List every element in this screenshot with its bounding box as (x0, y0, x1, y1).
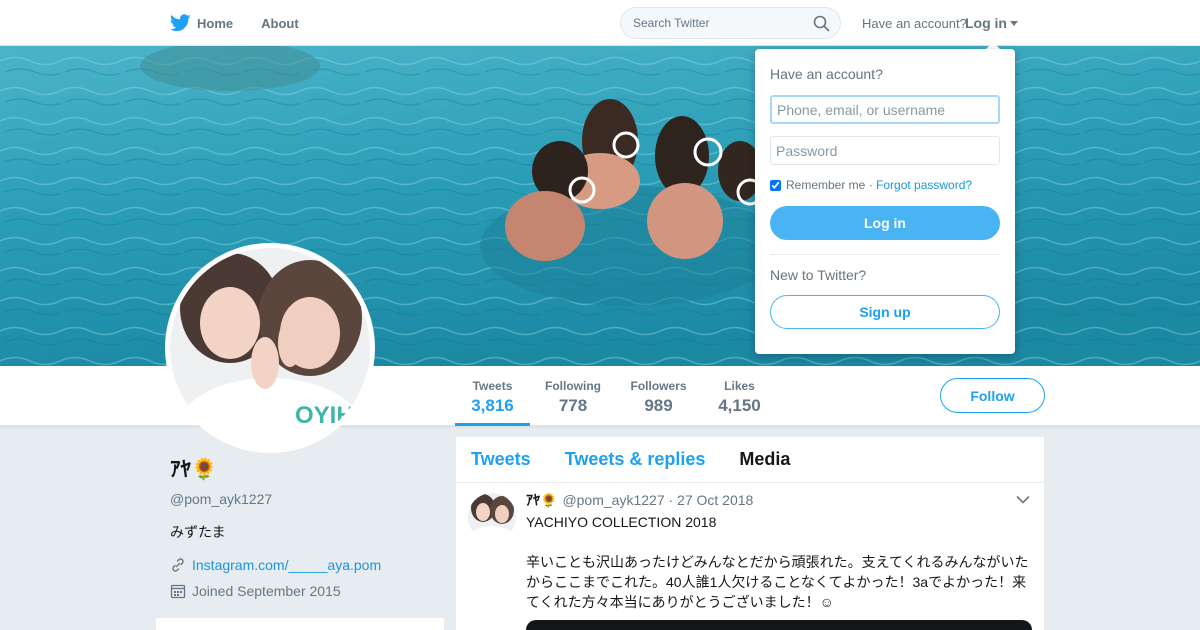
tweet-meta[interactable]: @pom_ayk1227 · 27 Oct 2018 (562, 492, 753, 508)
stat-following-label: Following (545, 379, 601, 393)
stat-followers-value: 989 (644, 396, 673, 415)
calendar-icon (170, 584, 186, 599)
remember-me-label[interactable]: Remember me (786, 178, 865, 192)
stat-followers-label: Followers (630, 379, 687, 393)
tweet[interactable]: ｱﾔ🌻 @pom_ayk1227 · 27 Oct 2018 YACHIYO C… (456, 483, 1044, 612)
tweet-header: ｱﾔ🌻 @pom_ayk1227 · 27 Oct 2018 (526, 491, 1032, 509)
search-input[interactable] (633, 14, 813, 32)
caret-down-icon (1010, 20, 1018, 26)
tab-tweets[interactable]: Tweets (471, 449, 531, 470)
stat-likes[interactable]: Likes 4,150 (712, 366, 767, 426)
stat-likes-label: Likes (724, 379, 755, 393)
stat-following-value: 778 (558, 396, 588, 415)
timeline: Tweets Tweets & replies Media ｱﾔ🌻 @pom_a… (456, 437, 1044, 630)
profile-avatar[interactable]: OYIH (165, 243, 375, 453)
tab-media[interactable]: Media (739, 449, 790, 470)
login-dropdown-title: Have an account? (770, 66, 883, 82)
stat-followers[interactable]: Followers 989 (626, 366, 691, 426)
new-to-twitter-text: New to Twitter? (770, 267, 867, 283)
stat-tweets-value: 3,816 (471, 396, 514, 415)
nav-about-label: About (261, 15, 299, 31)
nav-home[interactable]: Home (170, 14, 233, 32)
nav-home-label: Home (197, 15, 234, 31)
timeline-tabs: Tweets Tweets & replies Media (456, 437, 1044, 483)
stat-tweets-label: Tweets (472, 379, 513, 393)
sidebar-module (156, 618, 444, 630)
profile-joined-row: Joined September 2015 (170, 583, 450, 599)
link-icon (172, 558, 184, 572)
tab-tweets-and-replies[interactable]: Tweets & replies (565, 449, 706, 470)
remember-separator: · (865, 178, 877, 192)
stat-following[interactable]: Following 778 (540, 366, 606, 426)
have-account-text: Have an account? (862, 16, 967, 31)
follow-button[interactable]: Follow (940, 378, 1045, 413)
login-button[interactable]: Log in (770, 206, 1000, 240)
login-dropdown: Have an account? Remember me · Forgot pa… (755, 49, 1015, 354)
tweet-text: YACHIYO COLLECTION 2018 辛いことも沢山あったけどみんなと… (526, 514, 1029, 610)
tweet-avatar[interactable] (468, 493, 516, 541)
forgot-password-link[interactable]: Forgot password? (876, 178, 972, 192)
tweet-media[interactable] (526, 620, 1032, 630)
profile-link-row: Instagram.com/_____aya.pom (170, 557, 450, 573)
dropdown-divider (770, 254, 1000, 255)
top-navigation-bar: Home About Have an account? Log in (0, 0, 1200, 46)
password-field[interactable] (770, 136, 1000, 165)
profile-handle[interactable]: @pom_ayk1227 (170, 491, 450, 507)
login-link-label: Log in (965, 15, 1007, 31)
profile-joined-date: Joined September 2015 (192, 583, 341, 599)
search-icon[interactable] (813, 15, 830, 32)
username-field[interactable] (770, 95, 1000, 124)
signup-button[interactable]: Sign up (770, 295, 1000, 329)
login-dropdown-toggle[interactable]: Log in (965, 15, 1018, 31)
profile-website-link[interactable]: Instagram.com/_____aya.pom (192, 557, 381, 573)
twitter-bird-icon (170, 14, 191, 32)
profile-name: ｱﾔ🌻 (170, 458, 218, 481)
tweet-author-name[interactable]: ｱﾔ🌻 (526, 490, 557, 510)
stat-tweets[interactable]: Tweets 3,816 (455, 366, 530, 426)
nav-left: Home About (170, 0, 327, 46)
profile-card: ｱﾔ🌻 @pom_ayk1227 みずたま Instagram.com/____… (170, 455, 450, 599)
remember-me-row: Remember me · Forgot password? (770, 178, 1000, 192)
remember-me-checkbox[interactable] (770, 179, 781, 191)
chevron-down-icon[interactable] (1016, 495, 1030, 505)
profile-bio: みずたま (170, 524, 226, 540)
nav-about[interactable]: About (261, 16, 299, 31)
search-box (620, 7, 841, 39)
stat-likes-value: 4,150 (718, 396, 761, 415)
